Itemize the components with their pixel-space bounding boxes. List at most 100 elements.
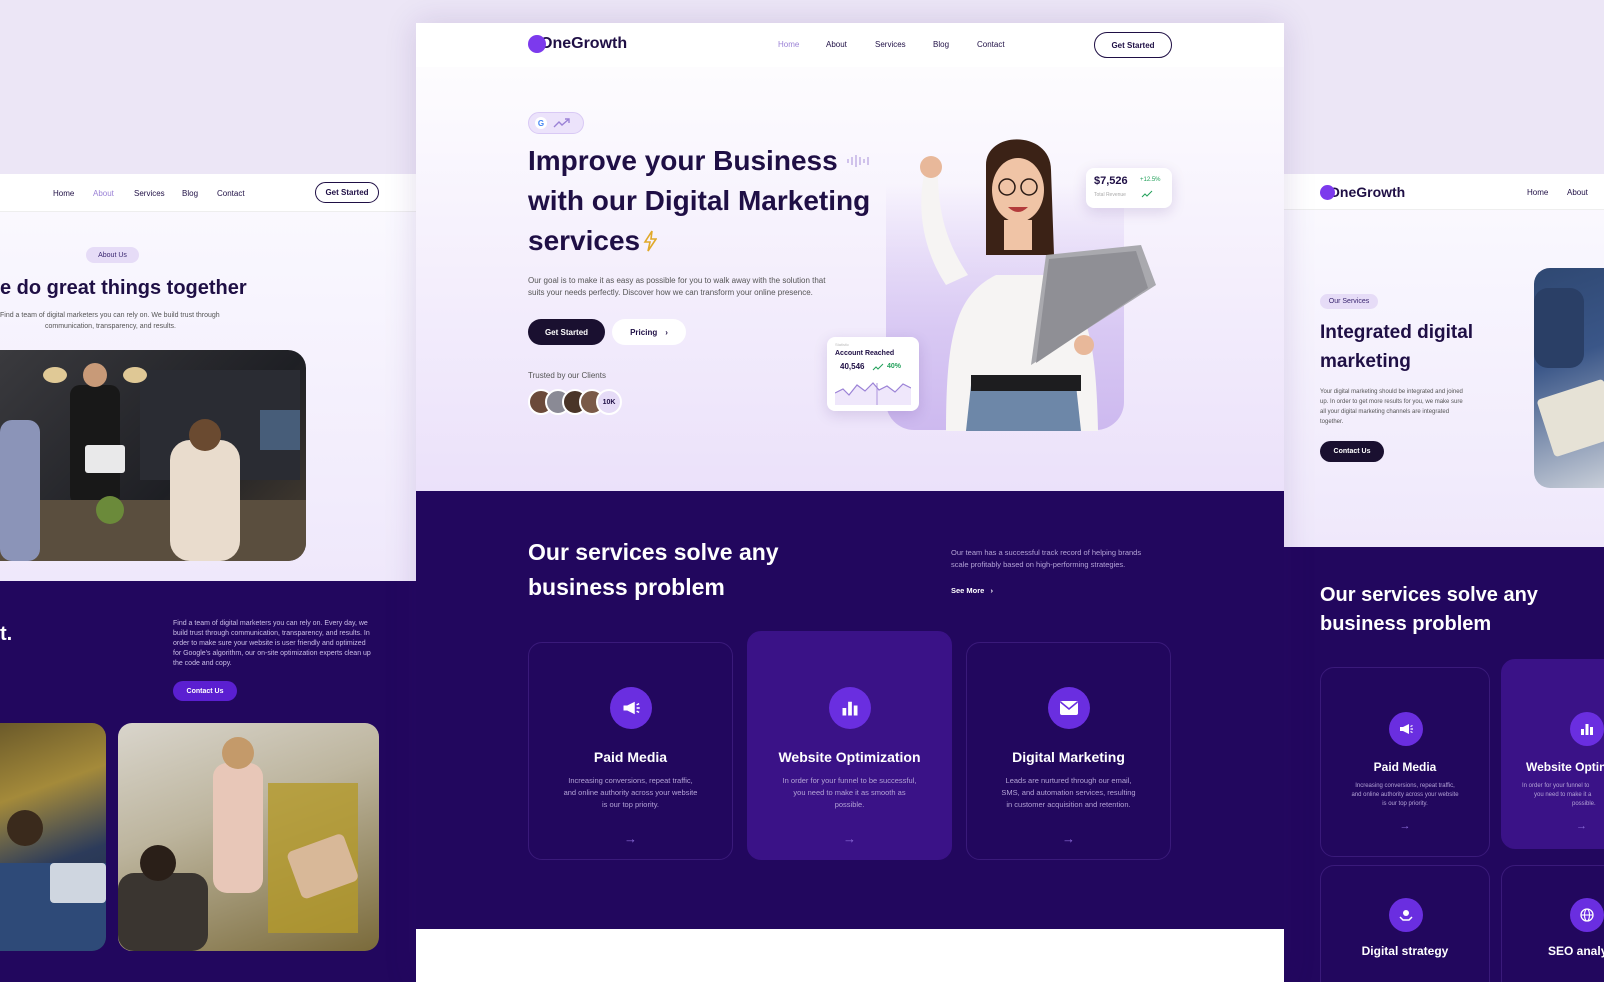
left-dark-text-4: for Google's algorithm, our on-site opti… (173, 650, 371, 657)
left-nav-home[interactable]: Home (53, 189, 74, 198)
right-service-card-website-optimization[interactable]: Website Optin In order for your funnel t… (1501, 659, 1604, 849)
right-services-tag: Our Services (1320, 294, 1378, 309)
right-dark-section: Our services solve any business problem … (1284, 547, 1604, 982)
service-digital-line-3: in customer acquisition and retention. (1006, 800, 1131, 809)
right-service-card-paid-media[interactable]: Paid Media Increasing conversions, repea… (1320, 667, 1490, 857)
account-value: 40,546 (840, 362, 865, 371)
left-contact-button[interactable]: Contact Us (173, 681, 237, 701)
hero-heading-line-2: with our Digital Marketing (528, 185, 871, 216)
hero-get-started-button[interactable]: Get Started (528, 319, 605, 345)
hero-heading-text-3: services (528, 225, 641, 256)
services-desc-2: scale profitably based on high-performin… (951, 560, 1126, 569)
center-services-section: Our services solve any business problem … (416, 491, 1284, 929)
google-badge: G (528, 112, 584, 134)
trend-up-icon (1141, 190, 1153, 198)
center-nav-blog[interactable]: Blog (933, 40, 949, 49)
right-service-text-5: you need to make it a (1534, 792, 1592, 798)
left-nav-contact[interactable]: Contact (217, 189, 245, 198)
service-title-paid-media: Paid Media (593, 749, 668, 765)
right-service-text-4: In order for your funnel to (1522, 783, 1590, 789)
right-text-4: together. (1320, 419, 1344, 425)
hero-pricing-button[interactable]: Pricing › (612, 319, 686, 345)
center-nav-about[interactable]: About (826, 40, 847, 49)
hero-heading-line-1: Improve your Business (528, 145, 872, 177)
hero-pricing-label: Pricing (630, 327, 658, 337)
left-office-photo-1 (0, 723, 106, 951)
service-title-digital-marketing: Digital Marketing (1012, 749, 1125, 765)
left-office-photo-2 (118, 723, 379, 951)
left-nav-about[interactable]: About (93, 189, 114, 198)
right-text-2: up. In order to get more results for you… (1320, 399, 1463, 405)
revenue-change: +12.5% (1140, 177, 1161, 183)
left-dark-text-5: the code and copy. (173, 660, 232, 667)
office-illustration-2 (118, 737, 358, 951)
right-service-title-digital-strategy: Digital strategy (1361, 944, 1449, 958)
account-title: Account Reached (835, 350, 895, 357)
see-more-link[interactable]: See More › (951, 586, 993, 595)
left-dark-heading: t. (0, 623, 13, 645)
center-logo-mark-icon (528, 35, 546, 53)
right-logo-text: OneGrowth (1329, 184, 1406, 200)
right-contact-button[interactable]: Contact Us (1320, 441, 1384, 462)
arrow-right-icon[interactable]: → (967, 831, 1170, 846)
hero-desc-1: Our goal is to make it as easy as possib… (528, 276, 826, 285)
center-nav-home[interactable]: Home (778, 40, 799, 49)
left-dark-text-3: order to make sure your website is user … (173, 640, 366, 647)
service-title-website-optimization: Website Optimization (778, 749, 921, 765)
megaphone-icon (1389, 712, 1423, 746)
arrow-right-icon[interactable]: → (748, 831, 951, 846)
right-desk-photo (1534, 268, 1604, 488)
left-about-tag: About Us (86, 247, 139, 263)
arrow-right-icon[interactable]: → (1321, 820, 1489, 832)
center-get-started-button[interactable]: Get Started (1094, 32, 1172, 58)
chevron-right-icon: › (665, 327, 668, 337)
arrow-right-icon[interactable]: → (1576, 820, 1587, 832)
arrow-right-icon[interactable]: → (529, 831, 732, 846)
desk-illustration (1534, 288, 1604, 457)
trusted-label: Trusted by our Clients (528, 371, 606, 380)
center-nav-services[interactable]: Services (875, 40, 906, 49)
services-heading-2: business problem (528, 574, 725, 600)
service-card-website-optimization[interactable]: Website Optimization In order for your f… (747, 631, 952, 860)
bar-chart-icon (829, 687, 871, 729)
revenue-label: Total Revenue (1094, 192, 1126, 198)
center-nav-contact[interactable]: Contact (977, 40, 1005, 49)
meeting-illustration (0, 363, 306, 561)
client-avatars: 10K (528, 389, 628, 415)
left-nav-services[interactable]: Services (134, 189, 165, 198)
chevron-right-icon: › (990, 586, 993, 595)
right-nav-home[interactable]: Home (1527, 188, 1548, 197)
right-heading-1: Integrated digital (1320, 322, 1474, 343)
trend-up-icon (553, 118, 570, 128)
right-service-text-6: possible. (1572, 801, 1596, 807)
left-dark-text-2: build trust through communication, trans… (173, 630, 370, 637)
service-card-digital-marketing[interactable]: Digital Marketing Leads are nurtured thr… (966, 642, 1171, 860)
service-card-paid-media[interactable]: Paid Media Increasing conversions, repea… (528, 642, 733, 860)
right-panel: OneGrowth Home About Our Services Integr… (1284, 174, 1604, 982)
bar-chart-icon (1570, 712, 1604, 746)
revenue-amount: $7,526 (1094, 175, 1128, 187)
right-service-card-digital-strategy[interactable]: Digital strategy (1320, 865, 1490, 982)
left-get-started-button[interactable]: Get Started (315, 182, 379, 203)
service-website-line-3: possible. (834, 800, 865, 809)
right-services-heading-2: business problem (1320, 613, 1492, 635)
account-small-label: Statistic (835, 342, 850, 347)
services-desc-1: Our team has a successful track record o… (951, 548, 1142, 557)
right-logo[interactable]: OneGrowth (1320, 184, 1405, 200)
trend-up-icon (872, 363, 884, 371)
right-service-card-seo[interactable]: SEO analy (1501, 865, 1604, 982)
left-nav-blog[interactable]: Blog (182, 189, 198, 198)
sound-wave-icon (846, 155, 869, 167)
left-dark-section: t. Find a team of digital marketers you … (0, 581, 416, 982)
right-service-text-2: and online authority across your website (1351, 792, 1459, 798)
hero-desc-2: suits your needs perfectly. Discover how… (528, 288, 813, 297)
center-logo[interactable]: OneGrowth (528, 35, 627, 53)
right-nav-about[interactable]: About (1567, 188, 1588, 197)
service-digital-line-2: SMS, and automation services, resulting (1001, 788, 1136, 797)
revenue-card: $7,526 +12.5% Total Revenue (1086, 168, 1172, 208)
lightning-icon (643, 230, 658, 252)
left-meeting-photo (0, 350, 306, 561)
center-navbar: OneGrowth Home About Services Blog Conta… (416, 23, 1284, 67)
left-heading: e do great things together (0, 277, 247, 299)
left-navbar: Home About Services Blog Contact Get Sta… (0, 174, 416, 212)
